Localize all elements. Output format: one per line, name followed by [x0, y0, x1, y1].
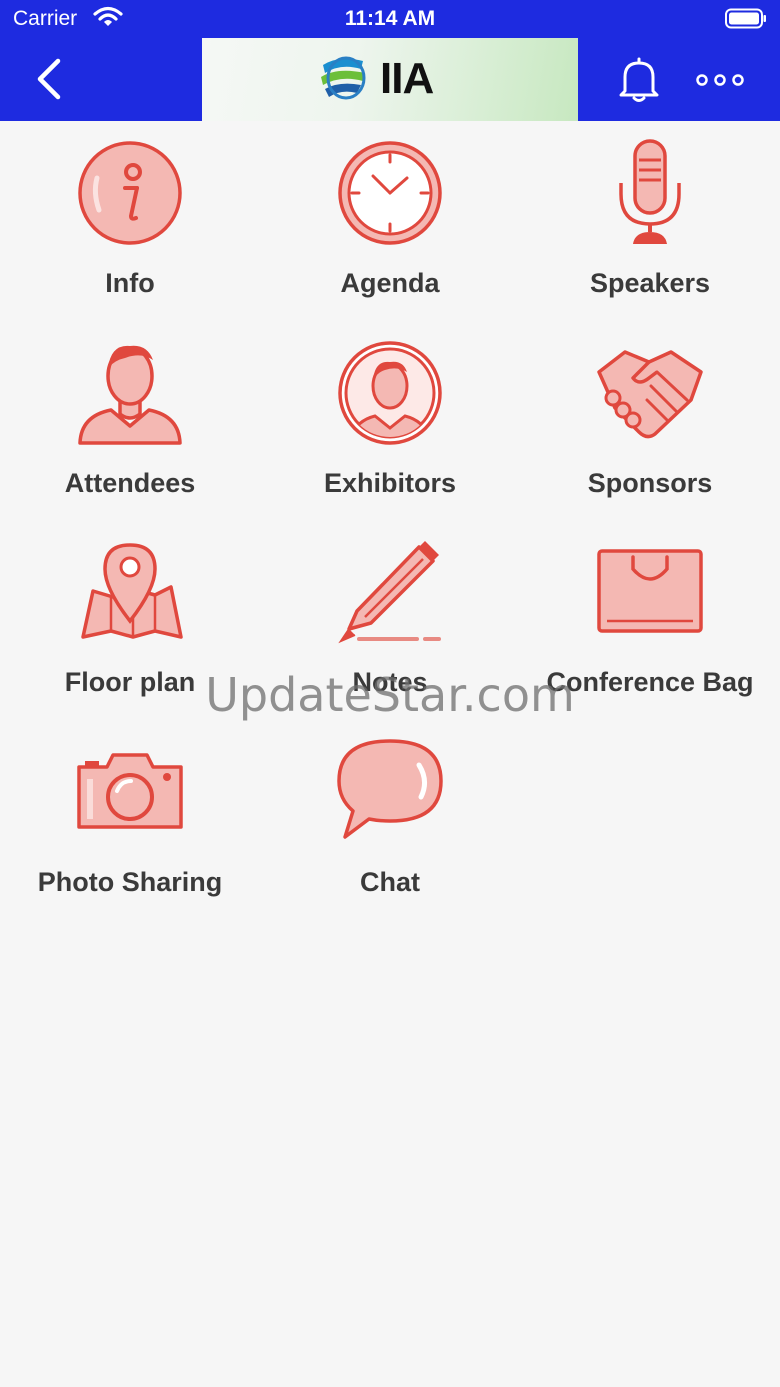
person-icon	[78, 345, 182, 445]
menu-item-agenda[interactable]: Agenda	[260, 138, 520, 318]
clock-time: 11:14 AM	[344, 7, 436, 30]
menu-item-attendees[interactable]: Attendees	[0, 338, 260, 518]
person-circle-icon	[338, 341, 442, 445]
map-pin-icon	[81, 543, 183, 639]
info-icon	[78, 141, 182, 245]
pen-icon	[338, 541, 441, 644]
menu-item-info[interactable]: Info	[0, 138, 260, 318]
menu-item-floor-plan[interactable]: Floor plan	[0, 537, 260, 717]
menu-item-label: Photo Sharing	[37, 867, 223, 897]
more-options-icon[interactable]	[694, 70, 746, 90]
menu-item-notes[interactable]: Notes	[260, 537, 520, 717]
chat-bubble-icon	[337, 739, 443, 839]
menu-item-label: Attendees	[64, 468, 196, 498]
menu-item-label: Agenda	[340, 268, 440, 298]
navigation-bar: Carrier 11:14 AM IIA	[0, 0, 780, 121]
menu-item-label: Floor plan	[64, 667, 196, 697]
logo-text: IIA	[380, 54, 434, 103]
clock-icon	[338, 141, 442, 245]
bell-icon[interactable]	[617, 57, 661, 103]
menu-item-label: Conference Bag	[546, 667, 754, 697]
globe-logo-icon	[321, 56, 366, 100]
camera-icon	[77, 753, 183, 829]
menu-item-exhibitors[interactable]: Exhibitors	[260, 338, 520, 518]
battery-icon	[725, 8, 766, 29]
back-button[interactable]	[30, 55, 70, 103]
menu-item-label: Sponsors	[587, 468, 713, 498]
menu-item-conference-bag[interactable]: Conference Bag	[520, 537, 780, 717]
bag-icon	[597, 549, 703, 633]
menu-item-label: Notes	[352, 667, 428, 697]
handshake-icon	[597, 350, 703, 439]
menu-item-chat[interactable]: Chat	[260, 737, 520, 917]
menu-item-photo-sharing[interactable]: Photo Sharing	[0, 737, 260, 917]
event-logo-banner: IIA	[202, 38, 578, 121]
menu-item-label: Info	[105, 268, 155, 298]
menu-item-sponsors[interactable]: Sponsors	[520, 338, 780, 518]
menu-item-speakers[interactable]: Speakers	[520, 138, 780, 318]
status-bar: Carrier 11:14 AM	[0, 0, 780, 38]
menu-item-label: Exhibitors	[323, 468, 457, 498]
menu-item-label: Speakers	[589, 268, 711, 298]
menu-item-label: Chat	[360, 867, 420, 897]
microphone-icon	[619, 139, 681, 244]
